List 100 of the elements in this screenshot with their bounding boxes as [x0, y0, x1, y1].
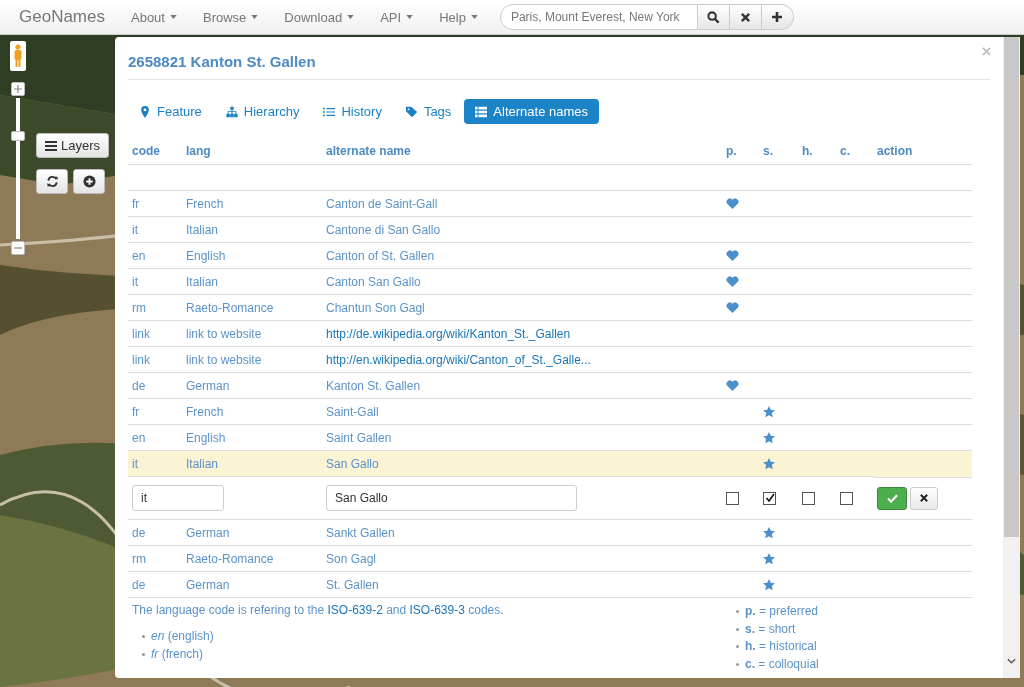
- name-input[interactable]: San Gallo: [326, 485, 577, 511]
- code-cell: rm: [132, 551, 146, 566]
- plus-icon: [14, 85, 22, 93]
- zoom-in-button[interactable]: [11, 82, 25, 96]
- caret-icon: [470, 15, 478, 19]
- checkbox[interactable]: [802, 491, 815, 505]
- code-cell: it: [132, 274, 138, 289]
- iso-link[interactable]: ISO-639-2: [327, 603, 383, 617]
- tab[interactable]: Hierarchy: [214, 99, 311, 124]
- name-cell: Cantone di San Gallo: [326, 222, 441, 237]
- clear-button[interactable]: [729, 4, 762, 30]
- language-cell: Italian: [186, 222, 219, 237]
- legend-item: s. = short: [745, 620, 796, 638]
- name-cell: San Gallo: [326, 456, 379, 471]
- tab[interactable]: History: [312, 99, 393, 124]
- refresh-button[interactable]: [36, 169, 68, 194]
- code-cell: de: [132, 577, 146, 592]
- code-cell: fr: [132, 404, 140, 419]
- search-field[interactable]: Paris, Mount Everest, New York: [499, 4, 698, 30]
- scrollbar-thumb[interactable]: [1004, 37, 1019, 537]
- column-header: h.: [798, 144, 836, 165]
- tab[interactable]: Alternate names: [464, 99, 600, 124]
- checkbox[interactable]: [726, 491, 739, 505]
- menu-item[interactable]: Download: [271, 9, 368, 25]
- language-cell: German: [186, 525, 230, 540]
- name-cell: Canton San Gallo: [326, 274, 421, 289]
- code-cell: de: [132, 525, 146, 540]
- plus-circle-icon: [82, 175, 96, 188]
- scrollbar[interactable]: [1003, 37, 1020, 678]
- column-header: s.: [759, 144, 798, 165]
- layers-button[interactable]: Layers: [36, 133, 109, 158]
- check-icon: [886, 493, 898, 503]
- language-cell: link to website: [186, 352, 262, 367]
- language-cell: English: [186, 430, 226, 445]
- code-input[interactable]: it: [132, 485, 224, 511]
- bullet-icon: [142, 652, 145, 656]
- website-link[interactable]: http://en.wikipedia.org/wiki/Canton_of_St._Galle...: [326, 352, 591, 367]
- close-icon: [739, 11, 751, 23]
- menu-item[interactable]: API: [367, 9, 427, 25]
- tab[interactable]: Feature: [128, 99, 213, 124]
- name-cell: Canton de Saint-Gall: [326, 196, 438, 211]
- code-cell: link: [132, 326, 150, 341]
- menu-item[interactable]: About: [118, 9, 190, 25]
- caret-icon: [169, 15, 177, 19]
- language-cell: link to website: [186, 326, 262, 341]
- search-button[interactable]: [697, 4, 730, 30]
- bullet-icon: [736, 645, 739, 649]
- confirm-button[interactable]: [877, 486, 907, 510]
- close-icon: [920, 494, 928, 502]
- code-cell: de: [132, 378, 146, 393]
- tab[interactable]: Tags: [394, 99, 463, 124]
- language-cell: German: [186, 577, 230, 592]
- language-example: fr (french): [151, 646, 204, 663]
- column-header: alternate name: [322, 144, 722, 165]
- code-cell: it: [132, 456, 138, 471]
- language-cell: French: [186, 196, 224, 211]
- column-header: p.: [722, 144, 759, 165]
- checkbox[interactable]: [840, 491, 853, 505]
- search-icon: [706, 10, 720, 24]
- legend-item: c. = colloquial: [745, 655, 819, 673]
- cancel-button[interactable]: [910, 486, 938, 510]
- menu-icon: [45, 140, 57, 151]
- dialog-title: 2658821 Kanton St. Gallen: [128, 52, 316, 70]
- language-cell: Raeto-Romance: [186, 551, 274, 566]
- language-cell: Raeto-Romance: [186, 300, 274, 315]
- caret-icon: [251, 15, 259, 19]
- legend-item: h. = historical: [745, 638, 817, 655]
- code-cell: rm: [132, 300, 146, 315]
- bullet-icon: [736, 610, 739, 614]
- legend-item: p. = preferred: [745, 603, 819, 620]
- checkbox[interactable]: [763, 491, 776, 505]
- bullet-icon: [142, 634, 145, 638]
- minus-icon: [14, 244, 22, 252]
- iso-link[interactable]: ISO-639-3: [409, 603, 465, 617]
- list-icon: [323, 105, 336, 118]
- column-header: lang: [182, 144, 322, 165]
- language-cell: English: [186, 248, 226, 263]
- slider-handle[interactable]: [11, 130, 25, 141]
- chevron-down-icon[interactable]: [1007, 658, 1016, 664]
- bullet-icon: [736, 627, 739, 631]
- menu-item[interactable]: Help: [426, 9, 491, 25]
- name-cell: St. Gallen: [326, 577, 379, 592]
- add-button[interactable]: [73, 169, 105, 194]
- language-cell: German: [186, 378, 230, 393]
- name-cell: Son Gagl: [326, 551, 377, 566]
- plus-icon: [771, 11, 784, 23]
- name-cell: Chantun Son Gagl: [326, 300, 425, 315]
- brand-logo[interactable]: GeoNames: [19, 7, 105, 27]
- website-link[interactable]: http://de.wikipedia.org/wiki/Kanton_St._Gallen: [326, 326, 571, 341]
- code-cell: en: [132, 248, 146, 263]
- add-button[interactable]: [761, 4, 794, 30]
- column-header: code: [128, 144, 182, 165]
- menu-item[interactable]: Browse: [189, 9, 272, 25]
- code-cell: link: [132, 352, 150, 367]
- bullet-icon: [736, 662, 739, 666]
- code-cell: it: [132, 222, 138, 237]
- column-header: action: [873, 144, 972, 165]
- tag-icon: [405, 105, 418, 118]
- caret-icon: [406, 15, 414, 19]
- hierarchy-icon: [225, 105, 238, 118]
